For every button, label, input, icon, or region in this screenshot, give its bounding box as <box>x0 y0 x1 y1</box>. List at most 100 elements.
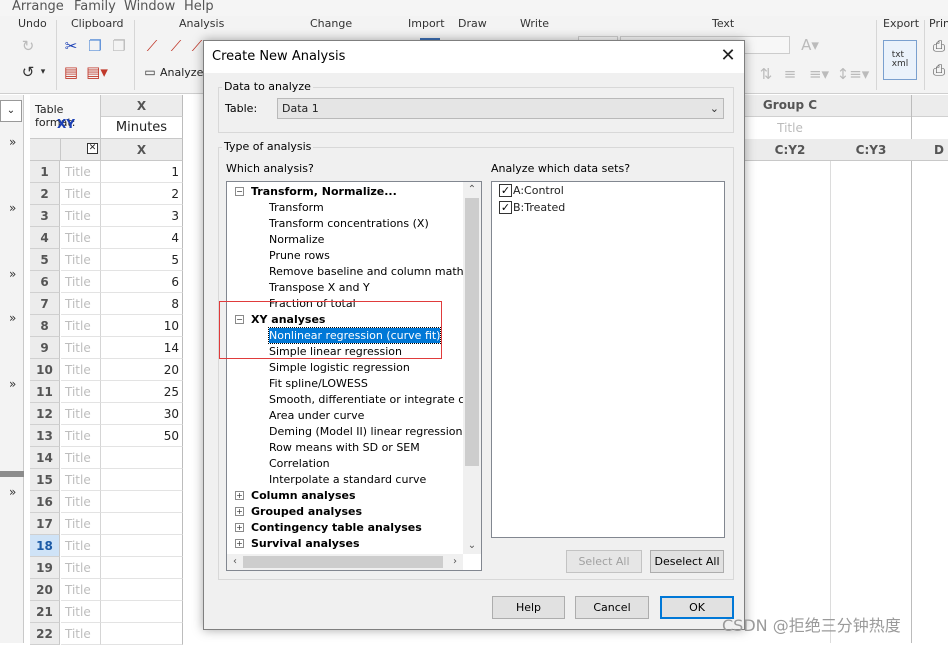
x-value-cell[interactable]: 10 <box>101 315 183 337</box>
collapse-icon[interactable]: − <box>235 187 244 196</box>
row-title-cell[interactable]: Title <box>61 623 101 645</box>
text-rotate-icon[interactable]: ⇅ <box>756 64 776 84</box>
menu-family[interactable]: Family <box>74 0 116 14</box>
row-header[interactable]: 6 <box>30 271 60 293</box>
row-title-cell[interactable]: Title <box>61 205 101 227</box>
row-title-cell[interactable]: Title <box>61 359 101 381</box>
printer-icon[interactable]: ⎙ <box>930 36 948 56</box>
row-title-cell[interactable]: Title <box>61 425 101 447</box>
tree-item[interactable]: Interpolate a standard curve <box>269 472 426 487</box>
row-header[interactable]: 3 <box>30 205 60 227</box>
tree-item[interactable]: Transform <box>269 200 324 215</box>
row-title-cell[interactable]: Title <box>61 601 101 623</box>
row-header[interactable]: 15 <box>30 469 60 491</box>
x-value-cell[interactable]: 2 <box>101 183 183 205</box>
x-value-cell[interactable]: 5 <box>101 249 183 271</box>
x-column-header[interactable]: X <box>101 95 183 117</box>
select-all-corner[interactable] <box>30 139 61 161</box>
x-value-cell[interactable] <box>101 557 183 579</box>
analyze-icon[interactable]: ▭ <box>142 62 158 82</box>
expand-icon[interactable]: + <box>235 523 244 532</box>
group-c-header[interactable]: Group C <box>745 98 835 112</box>
table-select[interactable]: Data 1 ⌄ <box>277 98 724 119</box>
row-header[interactable]: 20 <box>30 579 60 601</box>
cut-icon[interactable]: ✂ <box>62 36 80 56</box>
x-value-cell[interactable] <box>101 513 183 535</box>
deselect-all-button[interactable]: Deselect All <box>650 550 724 573</box>
x-value-cell[interactable]: 8 <box>101 293 183 315</box>
tree-item[interactable]: Row means with SD or SEM <box>269 440 420 455</box>
row-title-cell[interactable]: Title <box>61 271 101 293</box>
graph-icon[interactable]: ⟋ <box>142 36 162 56</box>
expand-chevron-icon[interactable]: » <box>9 311 16 325</box>
row-title-cell[interactable]: Title <box>61 161 101 183</box>
row-title-cell[interactable]: Title <box>61 227 101 249</box>
paste-icon[interactable]: ▤▾ <box>86 62 108 82</box>
row-header[interactable]: 21 <box>30 601 60 623</box>
x-value-cell[interactable] <box>101 491 183 513</box>
row-header[interactable]: 19 <box>30 557 60 579</box>
row-title-cell[interactable]: Title <box>61 469 101 491</box>
expand-chevron-icon[interactable]: » <box>9 377 16 391</box>
x-value-cell[interactable]: 30 <box>101 403 183 425</box>
analyze-button-label[interactable]: Analyze <box>160 66 203 79</box>
row-title-cell[interactable]: Title <box>61 447 101 469</box>
x-value-cell[interactable]: 4 <box>101 227 183 249</box>
tree-item[interactable]: Correlation <box>269 456 330 471</box>
tree-item[interactable]: Transpose X and Y <box>269 280 370 295</box>
tree-item[interactable]: Deming (Model II) linear regression <box>269 424 462 439</box>
x-value-cell[interactable]: 20 <box>101 359 183 381</box>
row-title-cell[interactable]: Title <box>61 249 101 271</box>
x-value-cell[interactable] <box>101 535 183 557</box>
graph-family-icon[interactable]: ⟋ <box>166 36 186 56</box>
undo-dropdown-icon[interactable]: ▾ <box>38 62 48 82</box>
row-header[interactable]: 8 <box>30 315 60 337</box>
row-title-cell[interactable]: Title <box>61 491 101 513</box>
tree-category[interactable]: Grouped analyses <box>251 504 362 519</box>
x-value-cell[interactable] <box>101 623 183 645</box>
scroll-left-icon[interactable]: ‹ <box>227 554 243 570</box>
row-header[interactable]: 4 <box>30 227 60 249</box>
x-value-cell[interactable] <box>101 447 183 469</box>
expand-icon[interactable]: + <box>235 491 244 500</box>
graph-layout-icon[interactable]: ⟋ <box>190 36 204 56</box>
navigator-dropdown[interactable]: ⌄ <box>0 100 22 122</box>
tree-item[interactable]: Smooth, differentiate or integrate curve <box>269 392 481 407</box>
row-title-cell[interactable]: Title <box>61 315 101 337</box>
analysis-tree[interactable]: − Transform, Normalize... Transform Transfo… <box>226 181 482 571</box>
expand-icon[interactable]: + <box>235 507 244 516</box>
tree-category[interactable]: Transform, Normalize... <box>251 184 397 199</box>
cancel-button[interactable]: Cancel <box>575 596 649 619</box>
copy-icon[interactable]: ❐ <box>86 36 104 56</box>
menu-window[interactable]: Window <box>124 0 175 14</box>
checkbox-checked-icon[interactable]: ✓ <box>499 201 512 214</box>
x-value-cell[interactable]: 3 <box>101 205 183 227</box>
row-header[interactable]: 11 <box>30 381 60 403</box>
expand-chevron-icon[interactable]: » <box>9 485 16 499</box>
tree-item[interactable]: Transform concentrations (X) <box>269 216 429 231</box>
row-header[interactable]: 18 <box>30 535 60 557</box>
line-spacing-icon[interactable]: ↕≡▾ <box>837 64 870 84</box>
tree-item[interactable]: Fit spline/LOWESS <box>269 376 368 391</box>
row-header[interactable]: 7 <box>30 293 60 315</box>
align-icon[interactable]: ≡ <box>780 64 800 84</box>
tree-category[interactable]: Column analyses <box>251 488 356 503</box>
tree-item[interactable]: Prune rows <box>269 248 330 263</box>
row-title-cell[interactable]: Title <box>61 535 101 557</box>
row-header[interactable]: 1 <box>30 161 60 183</box>
dataset-item[interactable]: ✓ B:Treated <box>499 201 565 214</box>
x-value-cell[interactable]: 50 <box>101 425 183 447</box>
row-title-cell[interactable]: Title <box>61 337 101 359</box>
row-header[interactable]: 16 <box>30 491 60 513</box>
row-header[interactable]: 14 <box>30 447 60 469</box>
row-title-cell[interactable]: Title <box>61 557 101 579</box>
tree-category[interactable]: Survival analyses <box>251 536 360 551</box>
tree-vertical-scrollbar[interactable]: ⌃ ⌄ <box>463 182 481 554</box>
dialog-title-bar[interactable]: Create New Analysis ✕ <box>204 41 744 73</box>
export-icon[interactable]: txt xml <box>883 40 917 80</box>
group-c-title[interactable]: Title <box>745 121 835 135</box>
navigator-divider[interactable] <box>0 471 24 477</box>
print-preview-icon[interactable]: ⎙ <box>930 60 948 80</box>
row-header[interactable]: 17 <box>30 513 60 535</box>
row-title-cell[interactable]: Title <box>61 293 101 315</box>
